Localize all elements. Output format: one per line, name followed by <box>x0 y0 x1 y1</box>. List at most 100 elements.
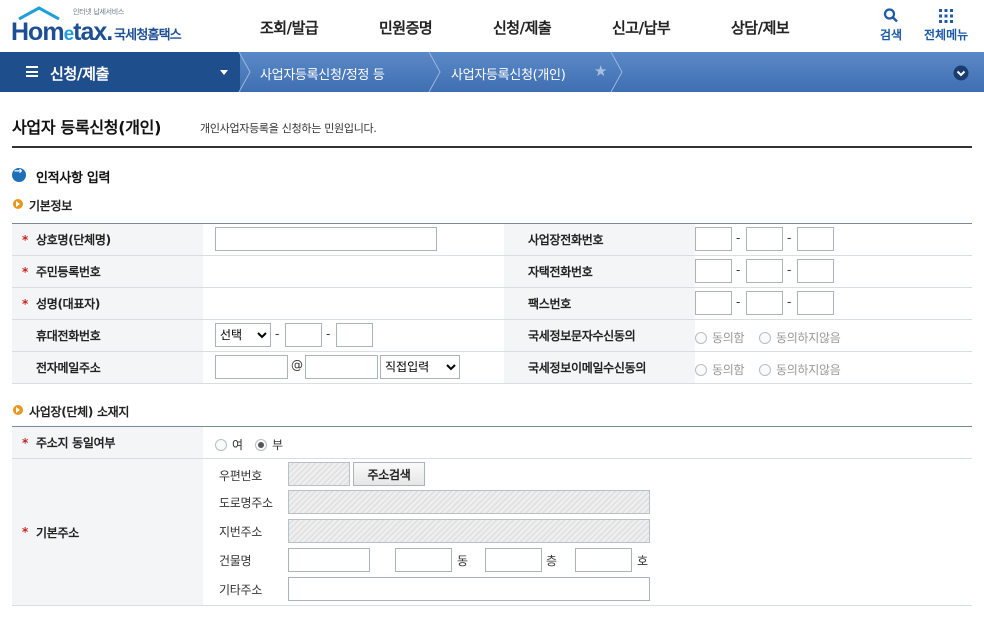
dash: - <box>736 295 741 309</box>
row-header-biz-phone: 사업장전화번호 <box>504 224 695 255</box>
row-header-email-consent: 국세정보이메일수신동의 <box>504 352 695 383</box>
expand-down-icon[interactable] <box>953 65 969 81</box>
breadcrumb-level2[interactable]: 사업자등록신청/정정 등 <box>260 64 385 83</box>
dash: - <box>787 231 792 245</box>
radio-label: 동의하지않음 <box>776 363 841 377</box>
biz-phone-2-input[interactable] <box>746 227 783 251</box>
dong-label: 동 <box>457 554 468 568</box>
required-mark: * <box>22 232 28 247</box>
row-header-rrn: * 주민등록번호 <box>12 256 203 287</box>
menu-filing[interactable]: 신고/납부 <box>612 17 671 38</box>
biz-phone-1-input[interactable] <box>695 227 732 251</box>
ho-input[interactable] <box>575 548 632 572</box>
fax-1-input[interactable] <box>695 291 732 315</box>
floor-label: 층 <box>546 554 557 568</box>
email-domain-select[interactable]: 직접입력 <box>380 355 460 379</box>
row-header-text: 성명(대표자) <box>36 297 101 311</box>
nav-current-label: 신청/제출 <box>50 65 110 83</box>
row-header-mobile: 휴대전화번호 <box>12 320 203 351</box>
row-header-text: 팩스번호 <box>528 297 571 311</box>
row-header-text: 주민등록번호 <box>36 265 101 279</box>
home-phone-1-input[interactable] <box>695 259 732 283</box>
title-divider <box>12 146 972 148</box>
cell-name <box>203 288 504 319</box>
section-title-personal: 인적사항 입력 <box>36 171 111 186</box>
menu-inquiry[interactable]: 조회/발급 <box>260 17 319 38</box>
radio-label: 동의함 <box>712 331 745 345</box>
dash: - <box>787 263 792 277</box>
row-header-text: 국세정보문자수신동의 <box>528 329 636 343</box>
floor-input[interactable] <box>485 548 542 572</box>
email-domain-input[interactable] <box>305 355 378 379</box>
dash: - <box>275 327 280 341</box>
zip-code-input[interactable] <box>288 462 350 486</box>
cell-sms-consent: 동의함 동의하지않음 <box>695 320 972 351</box>
building-label: 건물명 <box>219 554 252 568</box>
row-header-text: 사업장전화번호 <box>528 233 604 247</box>
subsection-bullet-icon <box>13 405 23 415</box>
section-arrow-icon <box>12 166 26 182</box>
table-row: 전자메일주소 @ 직접입력 국세정보이메일수신동의 동의함 동의하지않음 <box>12 352 972 384</box>
cell-base-address: 우편번호 주소검색 도로명주소 지번주소 건물명 동 층 호 기타주소 <box>203 459 972 605</box>
road-address-input[interactable] <box>288 490 650 514</box>
dash: - <box>787 295 792 309</box>
row-header-text: 기본주소 <box>36 525 79 540</box>
etc-address-input[interactable] <box>288 577 650 601</box>
email-agree-radio[interactable]: 동의함 <box>695 361 745 378</box>
breadcrumb-level3[interactable]: 사업자등록신청(개인) <box>451 64 566 83</box>
same-address-yes-radio[interactable]: 여 <box>215 436 243 453</box>
row-header-text: 상호명(단체명) <box>36 233 111 247</box>
table-row: * 상호명(단체명) 사업장전화번호 - - <box>12 224 972 256</box>
same-address-no-radio[interactable]: 부 <box>255 436 283 453</box>
dash: - <box>736 231 741 245</box>
nav-current-menu[interactable]: 신청/제출 <box>0 52 240 92</box>
cell-email: @ 직접입력 <box>203 352 504 383</box>
sms-agree-radio[interactable]: 동의함 <box>695 329 745 346</box>
email-id-input[interactable] <box>215 355 288 379</box>
email-disagree-radio[interactable]: 동의하지않음 <box>759 361 841 378</box>
subsection-title-address: 사업장(단체) 소재지 <box>29 405 130 419</box>
radio-label: 동의하지않음 <box>776 331 841 345</box>
chevron-right-icon <box>428 52 441 92</box>
location-bar: 신청/제출 사업자등록신청/정정 등 사업자등록신청(개인) ★ <box>0 52 984 92</box>
road-address-label: 도로명주소 <box>219 496 273 510</box>
chevron-right-icon <box>610 52 623 92</box>
row-header-text: 주소지 동일여부 <box>36 436 116 450</box>
dong-input[interactable] <box>395 548 452 572</box>
mobile-carrier-select[interactable]: 선택 <box>215 323 271 347</box>
hometax-logo[interactable]: 인터넷 납세서비스 Hometax. 국세청홈택스 <box>11 5 196 47</box>
favorite-star-icon[interactable]: ★ <box>594 62 607 80</box>
address-table: * 주소지 동일여부 여 부 * 기본주소 우편번호 주소검색 도로명주소 지번주소… <box>12 426 972 606</box>
address-search-button[interactable]: 주소검색 <box>353 462 425 486</box>
required-mark: * <box>22 264 28 279</box>
row-header-fax: 팩스번호 <box>504 288 695 319</box>
home-phone-3-input[interactable] <box>797 259 834 283</box>
basic-info-table: * 상호명(단체명) 사업장전화번호 - - * 주민등록번호 자택전화번호 - -… <box>12 223 972 384</box>
mobile-3-input[interactable] <box>336 323 373 347</box>
hamburger-icon <box>26 66 38 77</box>
grid-menu-icon <box>939 9 954 23</box>
home-phone-2-input[interactable] <box>746 259 783 283</box>
row-header-home-phone: 자택전화번호 <box>504 256 695 287</box>
radio-label: 여 <box>232 438 243 452</box>
caret-down-icon <box>220 70 228 75</box>
company-name-input[interactable] <box>215 227 437 251</box>
menu-application[interactable]: 신청/제출 <box>493 17 552 38</box>
building-name-input[interactable] <box>288 548 370 572</box>
menu-consult[interactable]: 상담/제보 <box>731 17 790 38</box>
dash: - <box>736 263 741 277</box>
menu-certificate[interactable]: 민원증명 <box>379 17 433 38</box>
mobile-2-input[interactable] <box>285 323 322 347</box>
row-header-base-address: * 기본주소 <box>12 459 203 605</box>
row-header-company: * 상호명(단체명) <box>12 224 203 255</box>
jibun-address-input[interactable] <box>288 519 650 543</box>
fax-3-input[interactable] <box>797 291 834 315</box>
jibun-address-label: 지번주소 <box>219 525 262 539</box>
fax-2-input[interactable] <box>746 291 783 315</box>
biz-phone-3-input[interactable] <box>797 227 834 251</box>
sms-disagree-radio[interactable]: 동의하지않음 <box>759 329 841 346</box>
all-menu-button[interactable]: 전체메뉴 <box>924 6 968 43</box>
search-button[interactable]: 검색 <box>880 6 902 43</box>
row-header-name: * 성명(대표자) <box>12 288 203 319</box>
logo-subtitle: 국세청홈택스 <box>114 28 182 43</box>
